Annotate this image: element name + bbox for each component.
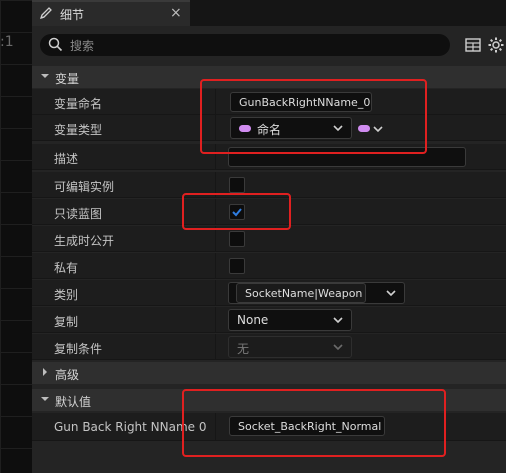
replication-condition-value: 无 xyxy=(237,342,250,356)
chevron-down-icon xyxy=(333,344,343,351)
instance-editable-checkbox[interactable] xyxy=(229,177,245,193)
blueprint-readonly-label: 只读蓝图 xyxy=(54,207,103,221)
chevron-down-icon xyxy=(386,290,396,297)
instance-editable-label: 可编辑实例 xyxy=(54,180,115,194)
expose-on-spawn-label: 生成时公开 xyxy=(54,234,115,248)
row-instance-editable: 可编辑实例 xyxy=(32,172,506,198)
search-box[interactable] xyxy=(40,34,450,56)
description-label: 描述 xyxy=(54,152,79,166)
row-blueprint-readonly: 只读蓝图 xyxy=(32,199,506,225)
row-replication: 复制 None xyxy=(32,307,506,333)
replication-condition-label: 复制条件 xyxy=(54,342,103,356)
column-divider xyxy=(215,89,216,115)
replication-label: 复制 xyxy=(54,315,79,329)
close-icon[interactable]: × xyxy=(170,5,182,21)
column-divider xyxy=(215,334,216,360)
tab-details[interactable]: 细节 × xyxy=(32,0,190,26)
column-divider xyxy=(215,413,216,441)
row-variable-name: 变量命名 GunBackRightNName_0 xyxy=(32,89,506,115)
private-checkbox[interactable] xyxy=(229,258,245,274)
container-type-pill-icon[interactable] xyxy=(358,125,370,132)
variable-name-label: 变量命名 xyxy=(54,97,103,111)
category-field[interactable]: SocketName|Weapon xyxy=(236,283,366,303)
description-field[interactable] xyxy=(228,147,466,167)
row-private: 私有 xyxy=(32,253,506,279)
chevron-down-icon xyxy=(333,317,343,324)
column-divider xyxy=(215,144,216,170)
default-value-field[interactable]: Socket_BackRight_Normal xyxy=(229,416,385,436)
search-icon xyxy=(48,37,63,52)
variable-name-field[interactable]: GunBackRightNName_0 xyxy=(230,92,372,112)
checkmark-icon xyxy=(232,208,242,217)
zoom-indicator: :1 xyxy=(0,34,14,50)
variable-type-label: 变量类型 xyxy=(54,123,103,137)
section-advanced-label: 高级 xyxy=(55,368,80,382)
gear-icon[interactable] xyxy=(487,36,505,54)
row-variable-type: 变量类型 命名 xyxy=(32,115,506,141)
row-replication-condition: 复制条件 无 xyxy=(32,334,506,360)
tab-title: 细节 xyxy=(60,8,85,22)
row-category: 类别 SocketName|Weapon xyxy=(32,280,506,306)
column-divider xyxy=(215,226,216,252)
replication-dropdown[interactable]: None xyxy=(228,309,352,331)
pencil-icon xyxy=(39,7,52,20)
column-divider xyxy=(215,307,216,333)
column-divider xyxy=(215,253,216,279)
replication-value: None xyxy=(237,313,269,327)
column-divider xyxy=(215,199,216,225)
tab-bar: 细节 × xyxy=(32,0,506,26)
expose-on-spawn-checkbox[interactable] xyxy=(229,231,245,247)
container-type-chevron-icon[interactable] xyxy=(373,124,383,134)
column-divider xyxy=(215,115,216,141)
section-default-value[interactable]: 默认值 xyxy=(32,389,506,411)
search-row xyxy=(32,30,506,60)
variable-type-value: 命名 xyxy=(257,123,282,137)
section-default-value-label: 默认值 xyxy=(55,395,92,409)
default-value-label: Gun Back Right NName 0 xyxy=(54,420,207,434)
search-input[interactable] xyxy=(68,36,442,56)
graph-background: :1 xyxy=(0,0,32,473)
row-expose-on-spawn: 生成时公开 xyxy=(32,226,506,252)
replication-condition-dropdown[interactable]: 无 xyxy=(228,336,352,358)
row-default-value: Gun Back Right NName 0 Socket_BackRight_… xyxy=(32,413,506,441)
name-type-pill-icon xyxy=(239,125,251,132)
panel-empty-area xyxy=(32,441,506,473)
variable-type-dropdown[interactable]: 命名 xyxy=(230,117,352,139)
details-panel: 细节 × 变量 变量命名 xyxy=(32,0,506,473)
category-label: 类别 xyxy=(54,288,79,302)
column-divider xyxy=(215,280,216,306)
section-variables-label: 变量 xyxy=(55,72,80,86)
column-divider xyxy=(215,172,216,198)
chevron-right-icon xyxy=(43,368,47,376)
row-description: 描述 xyxy=(32,144,506,170)
chevron-down-icon xyxy=(41,397,49,401)
table-view-icon[interactable] xyxy=(464,36,482,54)
chevron-down-icon xyxy=(41,74,49,78)
blueprint-readonly-checkbox[interactable] xyxy=(229,204,245,220)
chevron-down-icon xyxy=(333,125,343,132)
section-variables[interactable]: 变量 xyxy=(32,66,506,88)
section-advanced[interactable]: 高级 xyxy=(32,362,506,384)
private-label: 私有 xyxy=(54,261,79,275)
